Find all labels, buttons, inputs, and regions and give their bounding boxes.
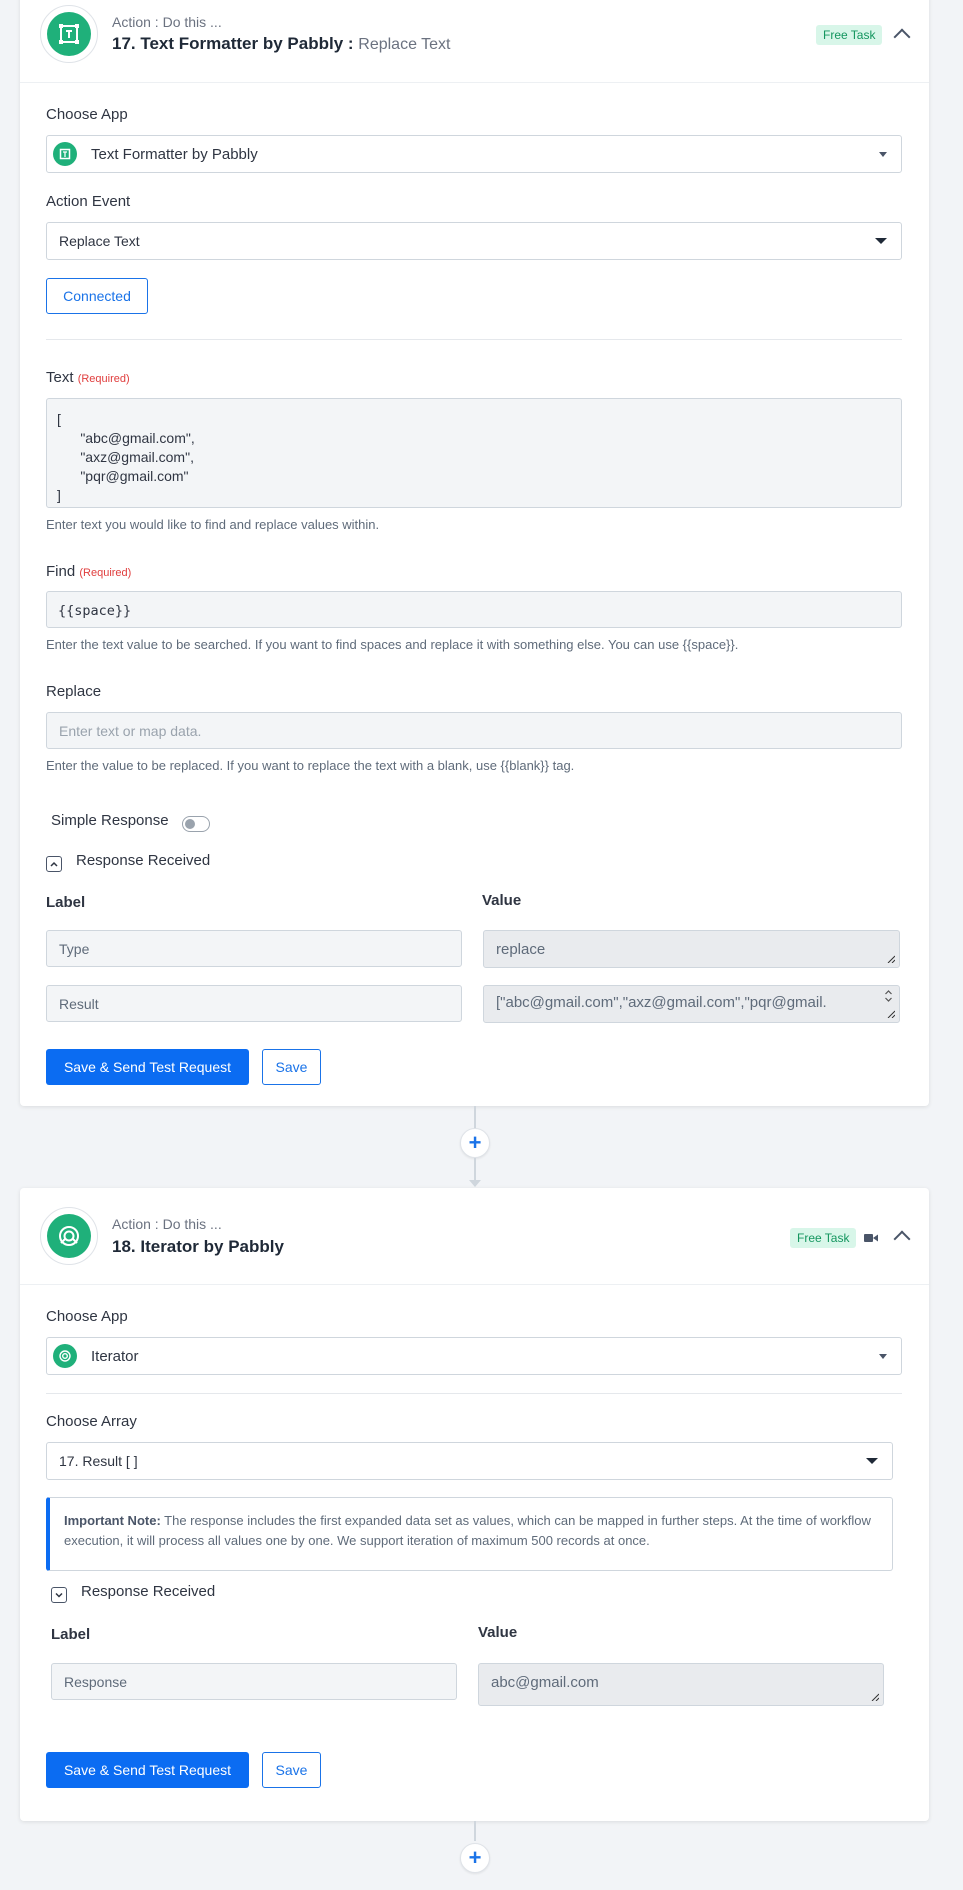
plus-icon: + <box>468 1130 482 1155</box>
video-icon[interactable] <box>864 1233 878 1243</box>
choose-app-select[interactable]: Text Formatter by Pabbly <box>46 135 902 173</box>
required-tag: (Required) <box>79 567 132 579</box>
text-formatter-icon <box>59 24 79 44</box>
choose-app-select[interactable]: Iterator <box>46 1337 902 1375</box>
divider <box>46 1393 902 1394</box>
resize-handle-icon[interactable] <box>887 1010 895 1018</box>
label-column-header: Label <box>46 894 86 911</box>
save-send-test-button[interactable]: Save & Send Test Request <box>46 1049 249 1085</box>
caret-down-icon <box>866 1458 878 1464</box>
iterator-app-icon <box>40 1207 98 1265</box>
find-help: Enter the text value to be searched. If … <box>46 637 739 652</box>
important-note-text: The response includes the first expanded… <box>64 1513 871 1548</box>
action-event-value: Replace Text <box>59 233 140 249</box>
caret-down-icon <box>879 152 887 157</box>
add-step-button[interactable]: + <box>460 1843 490 1873</box>
replace-input[interactable]: Enter text or map data. <box>46 712 902 749</box>
row-label: Result <box>59 996 99 1012</box>
choose-app-value: Text Formatter by Pabbly <box>91 145 258 163</box>
chevron-up-icon[interactable] <box>893 28 911 46</box>
action-label: Action : Do this ... <box>112 14 222 30</box>
find-label-text: Find <box>46 563 76 580</box>
text-label: Text (Required) <box>46 369 130 386</box>
response-value-field[interactable]: abc@gmail.com <box>478 1663 884 1706</box>
response-label-field: Response <box>51 1663 457 1700</box>
important-note: Important Note: The response includes th… <box>46 1497 893 1571</box>
step-17-header[interactable]: Action : Do this ... 17. Text Formatter … <box>20 0 929 83</box>
text-input-value: [ "abc@gmail.com", "axz@gmail.com", "pqr… <box>57 411 195 503</box>
save-send-test-button[interactable]: Save & Send Test Request <box>46 1752 249 1788</box>
iterator-icon <box>59 1226 79 1246</box>
row-value: replace <box>496 941 546 958</box>
response-received-label[interactable]: Response Received <box>76 852 210 869</box>
action-event-select[interactable]: Replace Text <box>46 222 902 260</box>
action-label: Action : Do this ... <box>112 1216 222 1232</box>
simple-response-toggle[interactable] <box>182 816 210 832</box>
text-formatter-app-icon <box>40 5 98 63</box>
connector-line <box>474 1821 476 1841</box>
response-received-label[interactable]: Response Received <box>81 1583 215 1600</box>
text-label-text: Text <box>46 369 74 386</box>
choose-array-value: 17. Result [ ] <box>59 1453 138 1469</box>
divider <box>46 339 902 340</box>
replace-label: Replace <box>46 683 102 700</box>
response-value-field[interactable]: ["abc@gmail.com","axz@gmail.com","pqr@gm… <box>483 985 900 1023</box>
response-label-field: Type <box>46 930 462 967</box>
label-column-header: Label <box>51 1626 91 1643</box>
connected-button[interactable]: Connected <box>46 278 148 314</box>
caret-down-icon <box>879 1354 887 1359</box>
response-label-field: Result <box>46 985 462 1022</box>
free-task-badge: Free Task <box>816 25 883 45</box>
row-label: Response <box>64 1674 128 1690</box>
choose-array-label: Choose Array <box>46 1413 137 1430</box>
step-title: 17. Text Formatter by Pabbly : Replace T… <box>112 34 450 54</box>
text-input[interactable]: [ "abc@gmail.com", "axz@gmail.com", "pqr… <box>46 398 902 508</box>
row-label: Type <box>59 941 90 957</box>
iterator-icon <box>53 1344 77 1368</box>
step-18-header[interactable]: Action : Do this ... 18. Iterator by Pab… <box>20 1188 929 1285</box>
chevron-up-icon[interactable] <box>893 1230 911 1248</box>
row-value: ["abc@gmail.com","axz@gmail.com","pqr@gm… <box>496 994 827 1011</box>
response-value-field[interactable]: replace <box>483 930 900 968</box>
simple-response-label: Simple Response <box>51 812 169 829</box>
find-input[interactable]: {{space}} <box>46 591 902 628</box>
text-help: Enter text you would like to find and re… <box>46 517 380 532</box>
resize-handle-icon[interactable] <box>887 955 895 963</box>
connector-line <box>474 1158 476 1180</box>
arrow-down-icon <box>469 1180 481 1187</box>
step-title: 18. Iterator by Pabbly <box>112 1237 284 1256</box>
step-18-card: Action : Do this ... 18. Iterator by Pab… <box>20 1188 929 1821</box>
chevron-down-icon[interactable] <box>51 1587 67 1603</box>
find-label: Find (Required) <box>46 563 131 580</box>
save-button[interactable]: Save <box>262 1752 321 1788</box>
choose-array-select[interactable]: 17. Result [ ] <box>46 1442 893 1480</box>
step-title-text: 17. Text Formatter by Pabbly : <box>112 34 354 53</box>
action-event-label: Action Event <box>46 193 131 210</box>
caret-down-icon <box>875 238 887 244</box>
add-step-button[interactable]: + <box>460 1128 490 1158</box>
choose-app-label: Choose App <box>46 106 128 123</box>
replace-placeholder: Enter text or map data. <box>59 723 202 739</box>
resize-handle-icon[interactable] <box>871 1693 879 1701</box>
value-column-header: Value <box>482 892 522 909</box>
step-event-name: Replace Text <box>358 36 451 53</box>
step-17-card: Action : Do this ... 17. Text Formatter … <box>20 0 929 1106</box>
choose-app-label: Choose App <box>46 1308 128 1325</box>
free-task-badge: Free Task <box>790 1228 857 1248</box>
value-column-header: Value <box>478 1624 518 1641</box>
plus-icon: + <box>468 1845 482 1870</box>
choose-app-value: Iterator <box>91 1347 139 1365</box>
find-input-value: {{space}} <box>58 603 132 619</box>
row-value: abc@gmail.com <box>491 1674 599 1691</box>
replace-help: Enter the value to be replaced. If you w… <box>46 758 575 773</box>
spinner-arrows-icon[interactable] <box>884 989 893 1003</box>
important-note-title: Important Note: <box>64 1513 161 1528</box>
required-tag: (Required) <box>77 373 130 385</box>
text-formatter-icon <box>53 142 77 166</box>
chevron-up-icon[interactable] <box>46 856 62 872</box>
save-button[interactable]: Save <box>262 1049 321 1085</box>
